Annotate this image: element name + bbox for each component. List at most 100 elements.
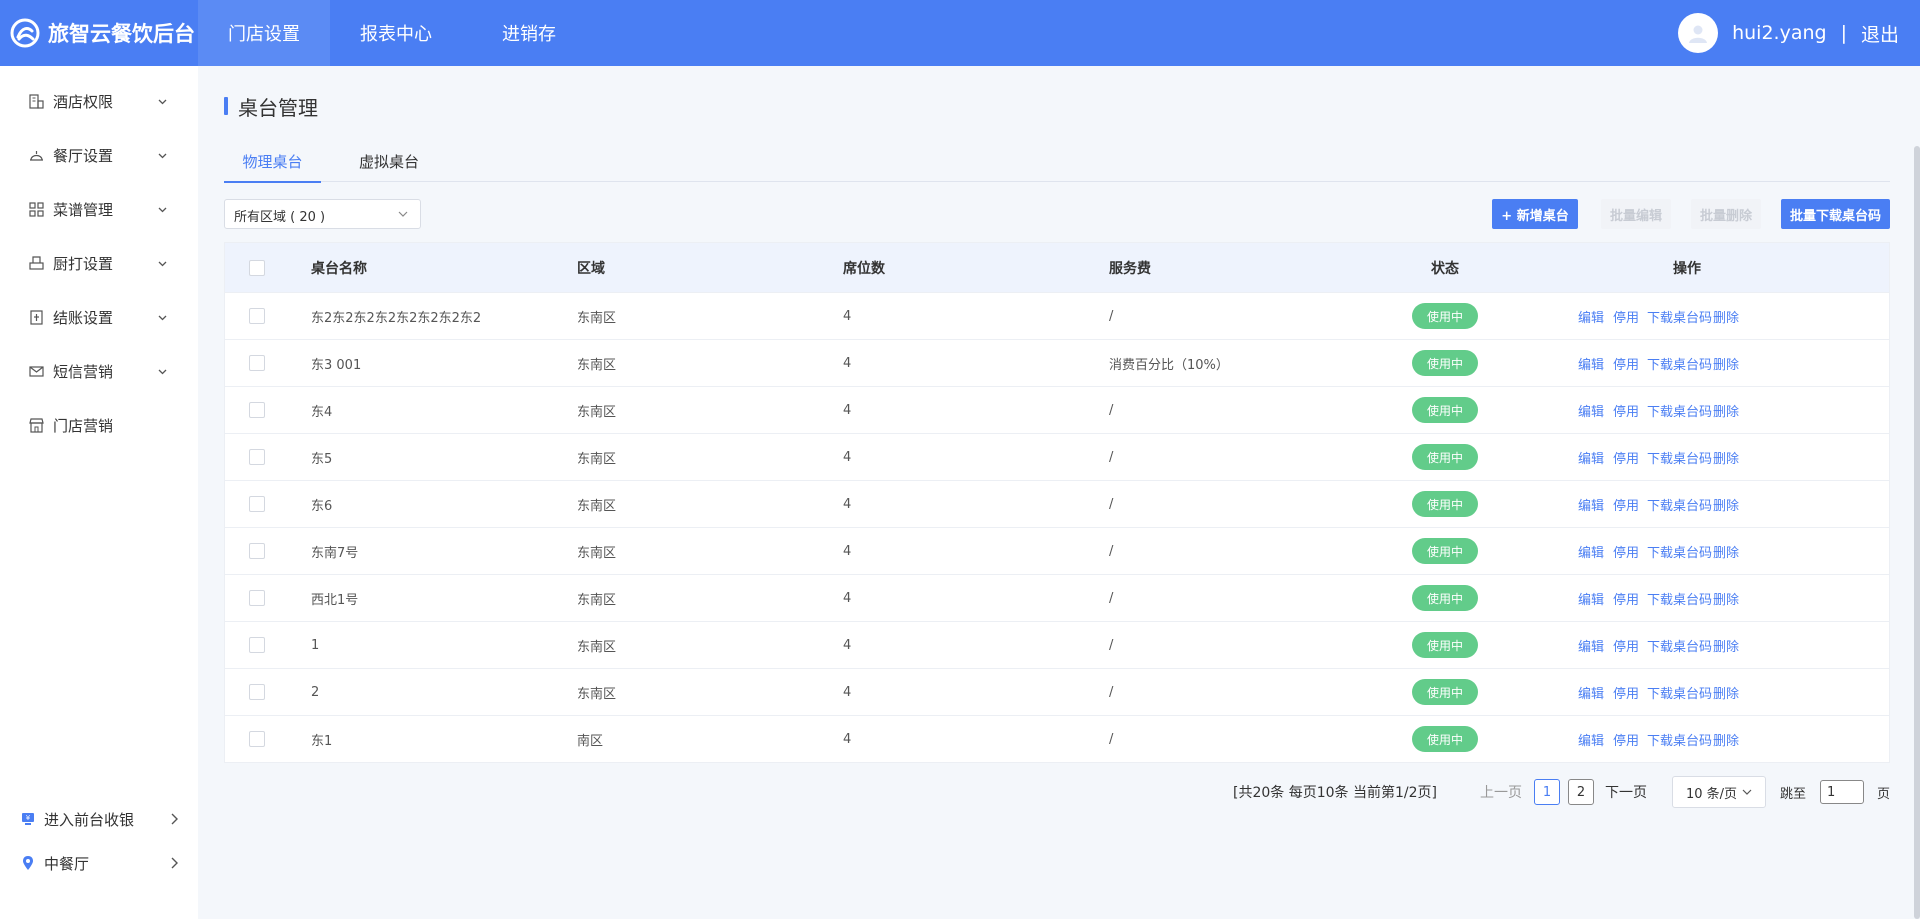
row-checkbox[interactable]: [249, 355, 265, 371]
edit-button[interactable]: 编辑: [1578, 293, 1604, 339]
disable-button[interactable]: 停用: [1613, 528, 1639, 574]
download-qr-button[interactable]: 下载桌台码: [1647, 622, 1712, 668]
disable-button[interactable]: 停用: [1613, 387, 1639, 433]
chevron-down-icon: [158, 153, 167, 159]
row-checkbox[interactable]: [249, 637, 265, 653]
cell-seats: 4: [843, 449, 852, 465]
delete-button[interactable]: 删除: [1713, 716, 1739, 762]
delete-button[interactable]: 删除: [1713, 575, 1739, 621]
row-checkbox[interactable]: [249, 308, 265, 324]
bill-icon: [30, 309, 43, 325]
edit-button[interactable]: 编辑: [1578, 481, 1604, 527]
edit-button[interactable]: 编辑: [1578, 575, 1604, 621]
batch-edit-button[interactable]: 批量编辑: [1601, 199, 1671, 229]
logout-link[interactable]: 退出: [1861, 20, 1899, 47]
tab-virtual-tables[interactable]: 虚拟桌台: [340, 151, 438, 181]
delete-button[interactable]: 删除: [1713, 481, 1739, 527]
sidebar-item-hotel-permissions[interactable]: 酒店权限: [28, 87, 168, 115]
svg-text:¥: ¥: [26, 814, 31, 822]
disable-button[interactable]: 停用: [1613, 716, 1639, 762]
column-header-area: 区域: [577, 260, 605, 277]
jump-page-input[interactable]: [1820, 780, 1864, 804]
download-qr-button[interactable]: 下载桌台码: [1647, 575, 1712, 621]
row-checkbox[interactable]: [249, 731, 265, 747]
cell-area: 东南区: [577, 451, 617, 467]
edit-button[interactable]: 编辑: [1578, 528, 1604, 574]
nav-store-settings[interactable]: 门店设置: [198, 0, 330, 66]
brand-logo[interactable]: 旅智云餐饮后台: [10, 14, 195, 52]
nav-inventory[interactable]: 进销存: [502, 0, 556, 66]
download-qr-button[interactable]: 下载桌台码: [1647, 434, 1712, 480]
top-nav: 门店设置 报表中心 进销存: [198, 0, 556, 66]
disable-button[interactable]: 停用: [1613, 481, 1639, 527]
download-qr-button[interactable]: 下载桌台码: [1647, 387, 1712, 433]
user-area: hui2.yang | 退出: [1678, 0, 1899, 66]
status-badge: 使用中: [1412, 397, 1478, 423]
column-header-service-fee: 服务费: [1109, 260, 1151, 277]
cell-service-fee: /: [1109, 402, 1114, 418]
download-qr-button[interactable]: 下载桌台码: [1647, 340, 1712, 386]
title-accent-bar: [224, 97, 228, 115]
column-header-name: 桌台名称: [311, 260, 367, 277]
disable-button[interactable]: 停用: [1613, 575, 1639, 621]
add-table-button[interactable]: + 新增桌台: [1492, 199, 1578, 229]
sidebar-item-kitchen-print[interactable]: 厨打设置: [28, 249, 168, 277]
download-qr-button[interactable]: 下载桌台码: [1647, 293, 1712, 339]
next-page-button[interactable]: 下一页: [1605, 775, 1647, 809]
download-qr-button[interactable]: 下载桌台码: [1647, 481, 1712, 527]
disable-button[interactable]: 停用: [1613, 622, 1639, 668]
row-checkbox[interactable]: [249, 449, 265, 465]
cell-area: 东南区: [577, 357, 617, 373]
edit-button[interactable]: 编辑: [1578, 434, 1604, 480]
delete-button[interactable]: 删除: [1713, 340, 1739, 386]
batch-delete-button[interactable]: 批量删除: [1691, 199, 1761, 229]
nav-report-center[interactable]: 报表中心: [360, 0, 432, 66]
delete-button[interactable]: 删除: [1713, 528, 1739, 574]
disable-button[interactable]: 停用: [1613, 434, 1639, 480]
sidebar-item-label: 酒店权限: [53, 92, 114, 111]
download-qr-button[interactable]: 下载桌台码: [1647, 716, 1712, 762]
delete-button[interactable]: 删除: [1713, 387, 1739, 433]
edit-button[interactable]: 编辑: [1578, 669, 1604, 715]
edit-button[interactable]: 编辑: [1578, 387, 1604, 433]
sidebar-item-label: 门店营销: [53, 416, 114, 435]
cell-name: 1: [311, 637, 320, 653]
sidebar-item-checkout-settings[interactable]: 结账设置: [28, 303, 168, 331]
restaurant-switcher[interactable]: 中餐厅: [20, 849, 180, 877]
row-checkbox[interactable]: [249, 590, 265, 606]
disable-button[interactable]: 停用: [1613, 669, 1639, 715]
delete-button[interactable]: 删除: [1713, 622, 1739, 668]
enter-front-cashier[interactable]: ¥ 进入前台收银: [20, 805, 180, 833]
delete-button[interactable]: 删除: [1713, 669, 1739, 715]
cell-seats: 4: [843, 355, 852, 371]
batch-download-qr-button[interactable]: 批量下载桌台码: [1781, 199, 1890, 229]
disable-button[interactable]: 停用: [1613, 293, 1639, 339]
sidebar-item-sms-marketing[interactable]: 短信营销: [28, 357, 168, 385]
area-select[interactable]: 所有区域 ( 20 ): [224, 199, 421, 229]
page-button-1[interactable]: 1: [1534, 779, 1560, 805]
disable-button[interactable]: 停用: [1613, 340, 1639, 386]
sidebar-item-menu-management[interactable]: 菜谱管理: [28, 195, 168, 223]
tab-physical-tables[interactable]: 物理桌台: [224, 151, 321, 183]
page-button-2[interactable]: 2: [1568, 779, 1594, 805]
prev-page-button[interactable]: 上一页: [1480, 775, 1522, 809]
edit-button[interactable]: 编辑: [1578, 622, 1604, 668]
download-qr-button[interactable]: 下载桌台码: [1647, 669, 1712, 715]
edit-button[interactable]: 编辑: [1578, 340, 1604, 386]
select-all-checkbox[interactable]: [249, 259, 265, 276]
row-checkbox[interactable]: [249, 684, 265, 700]
page-scrollbar[interactable]: [1914, 146, 1920, 919]
row-checkbox[interactable]: [249, 496, 265, 512]
sidebar-item-restaurant-settings[interactable]: 餐厅设置: [28, 141, 168, 169]
cell-area: 东南区: [577, 404, 617, 420]
row-checkbox[interactable]: [249, 543, 265, 559]
avatar[interactable]: [1678, 13, 1719, 53]
delete-button[interactable]: 删除: [1713, 293, 1739, 339]
sidebar-item-store-marketing[interactable]: 门店营销: [28, 411, 168, 439]
row-checkbox[interactable]: [249, 402, 265, 418]
page-size-select[interactable]: 10 条/页: [1672, 776, 1766, 808]
edit-button[interactable]: 编辑: [1578, 716, 1604, 762]
download-qr-button[interactable]: 下载桌台码: [1647, 528, 1712, 574]
chevron-down-icon: [158, 315, 167, 321]
delete-button[interactable]: 删除: [1713, 434, 1739, 480]
